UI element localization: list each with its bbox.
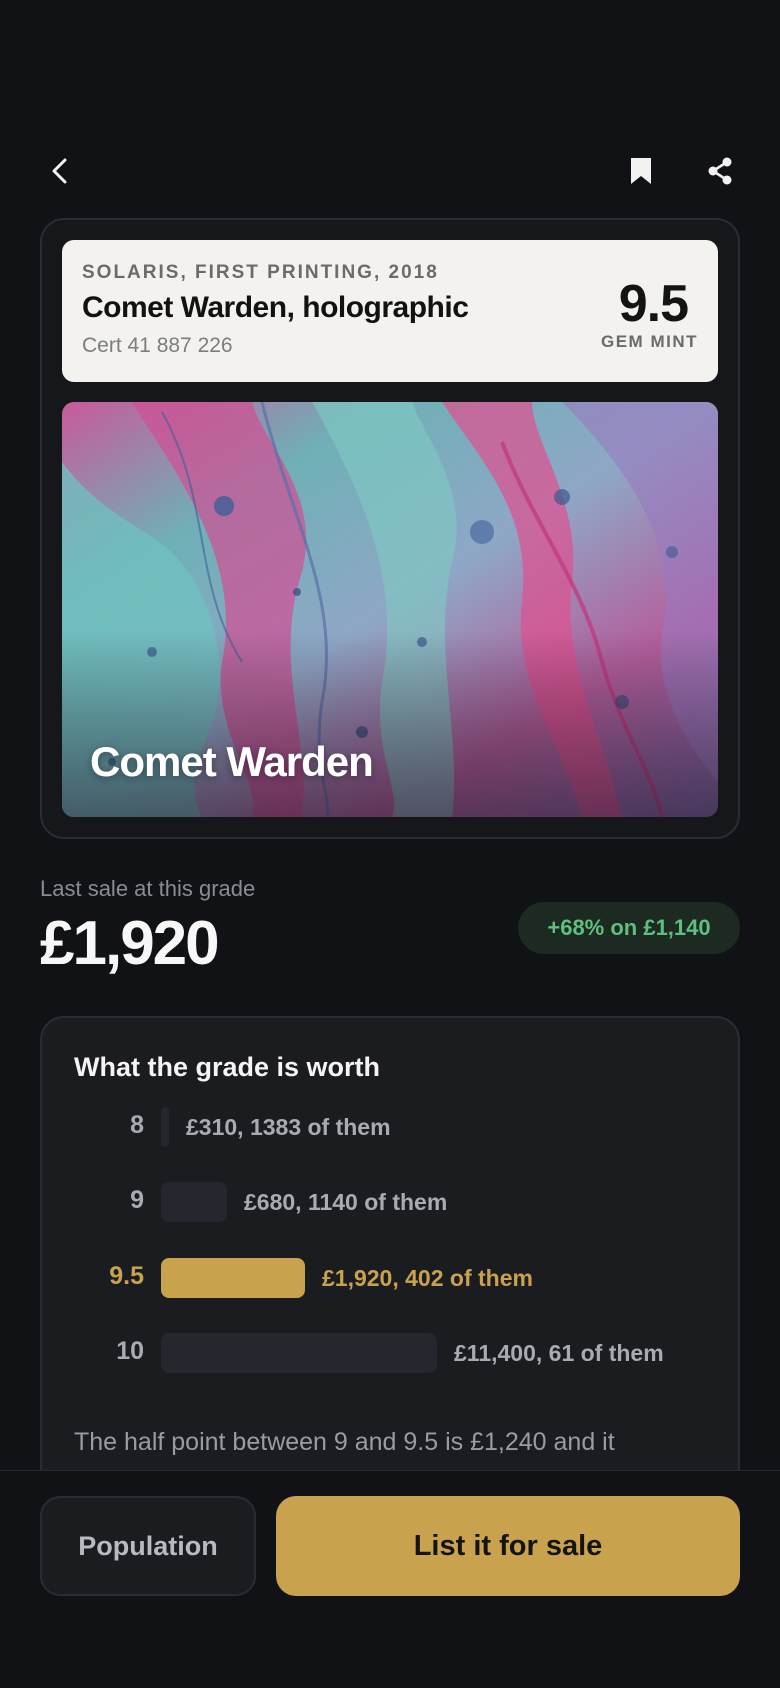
share-icon (708, 157, 732, 185)
grade-value-bar (161, 1258, 305, 1298)
top-nav (0, 150, 780, 192)
back-button[interactable] (38, 150, 82, 192)
last-sale-price: £1,920 (40, 909, 220, 978)
grade-value-bar (161, 1333, 437, 1373)
share-button[interactable] (698, 150, 742, 192)
grade-value-bar (161, 1182, 227, 1222)
population-button[interactable]: Population (40, 1496, 256, 1596)
slab-label: SOLARIS, FIRST PRINTING, 2018 Comet Ward… (62, 240, 718, 382)
price-change-badge: +68% on £1,140 (518, 902, 740, 954)
card-image[interactable]: Comet Warden (62, 402, 718, 817)
grade-number: 9.5 (109, 1262, 144, 1290)
grade-row-9[interactable]: 9 £680, 1140 of them (0, 1182, 780, 1222)
grade-row-10[interactable]: 10 £11,400, 61 of them (0, 1333, 780, 1373)
card-name: Comet Warden, holographic (82, 291, 469, 324)
grade-number: 10 (116, 1337, 144, 1365)
cert-number: Cert 41 887 226 (82, 334, 233, 357)
grade-score: 9.5 (618, 275, 689, 333)
grade-worth-title: What the grade is worth (74, 1052, 381, 1082)
card-art-title: Comet Warden (90, 738, 374, 785)
list-for-sale-button[interactable]: List it for sale (276, 1496, 740, 1596)
grade-value-text: £1,920, 402 of them (322, 1265, 533, 1291)
grade-row-8[interactable]: 8 £310, 1383 of them (0, 1107, 780, 1147)
chevron-left-icon (52, 158, 67, 184)
last-sale-caption: Last sale at this grade (40, 876, 256, 901)
grade-value-text: £680, 1140 of them (244, 1189, 448, 1215)
grade-label: GEM MINT (601, 332, 698, 351)
grade-value-bar (161, 1107, 169, 1147)
grade-worth-note: The half point between 9 and 9.5 is £1,2… (74, 1428, 615, 1456)
grade-number: 8 (130, 1111, 144, 1139)
card-set: SOLARIS, FIRST PRINTING, 2018 (82, 262, 439, 283)
bookmark-icon (631, 158, 651, 184)
bookmark-button[interactable] (619, 150, 663, 192)
grade-number: 9 (130, 1186, 144, 1214)
grade-value-text: £11,400, 61 of them (454, 1340, 664, 1366)
grade-row-9-5[interactable]: 9.5 £1,920, 402 of them (0, 1258, 780, 1298)
grade-value-text: £310, 1383 of them (186, 1114, 391, 1140)
